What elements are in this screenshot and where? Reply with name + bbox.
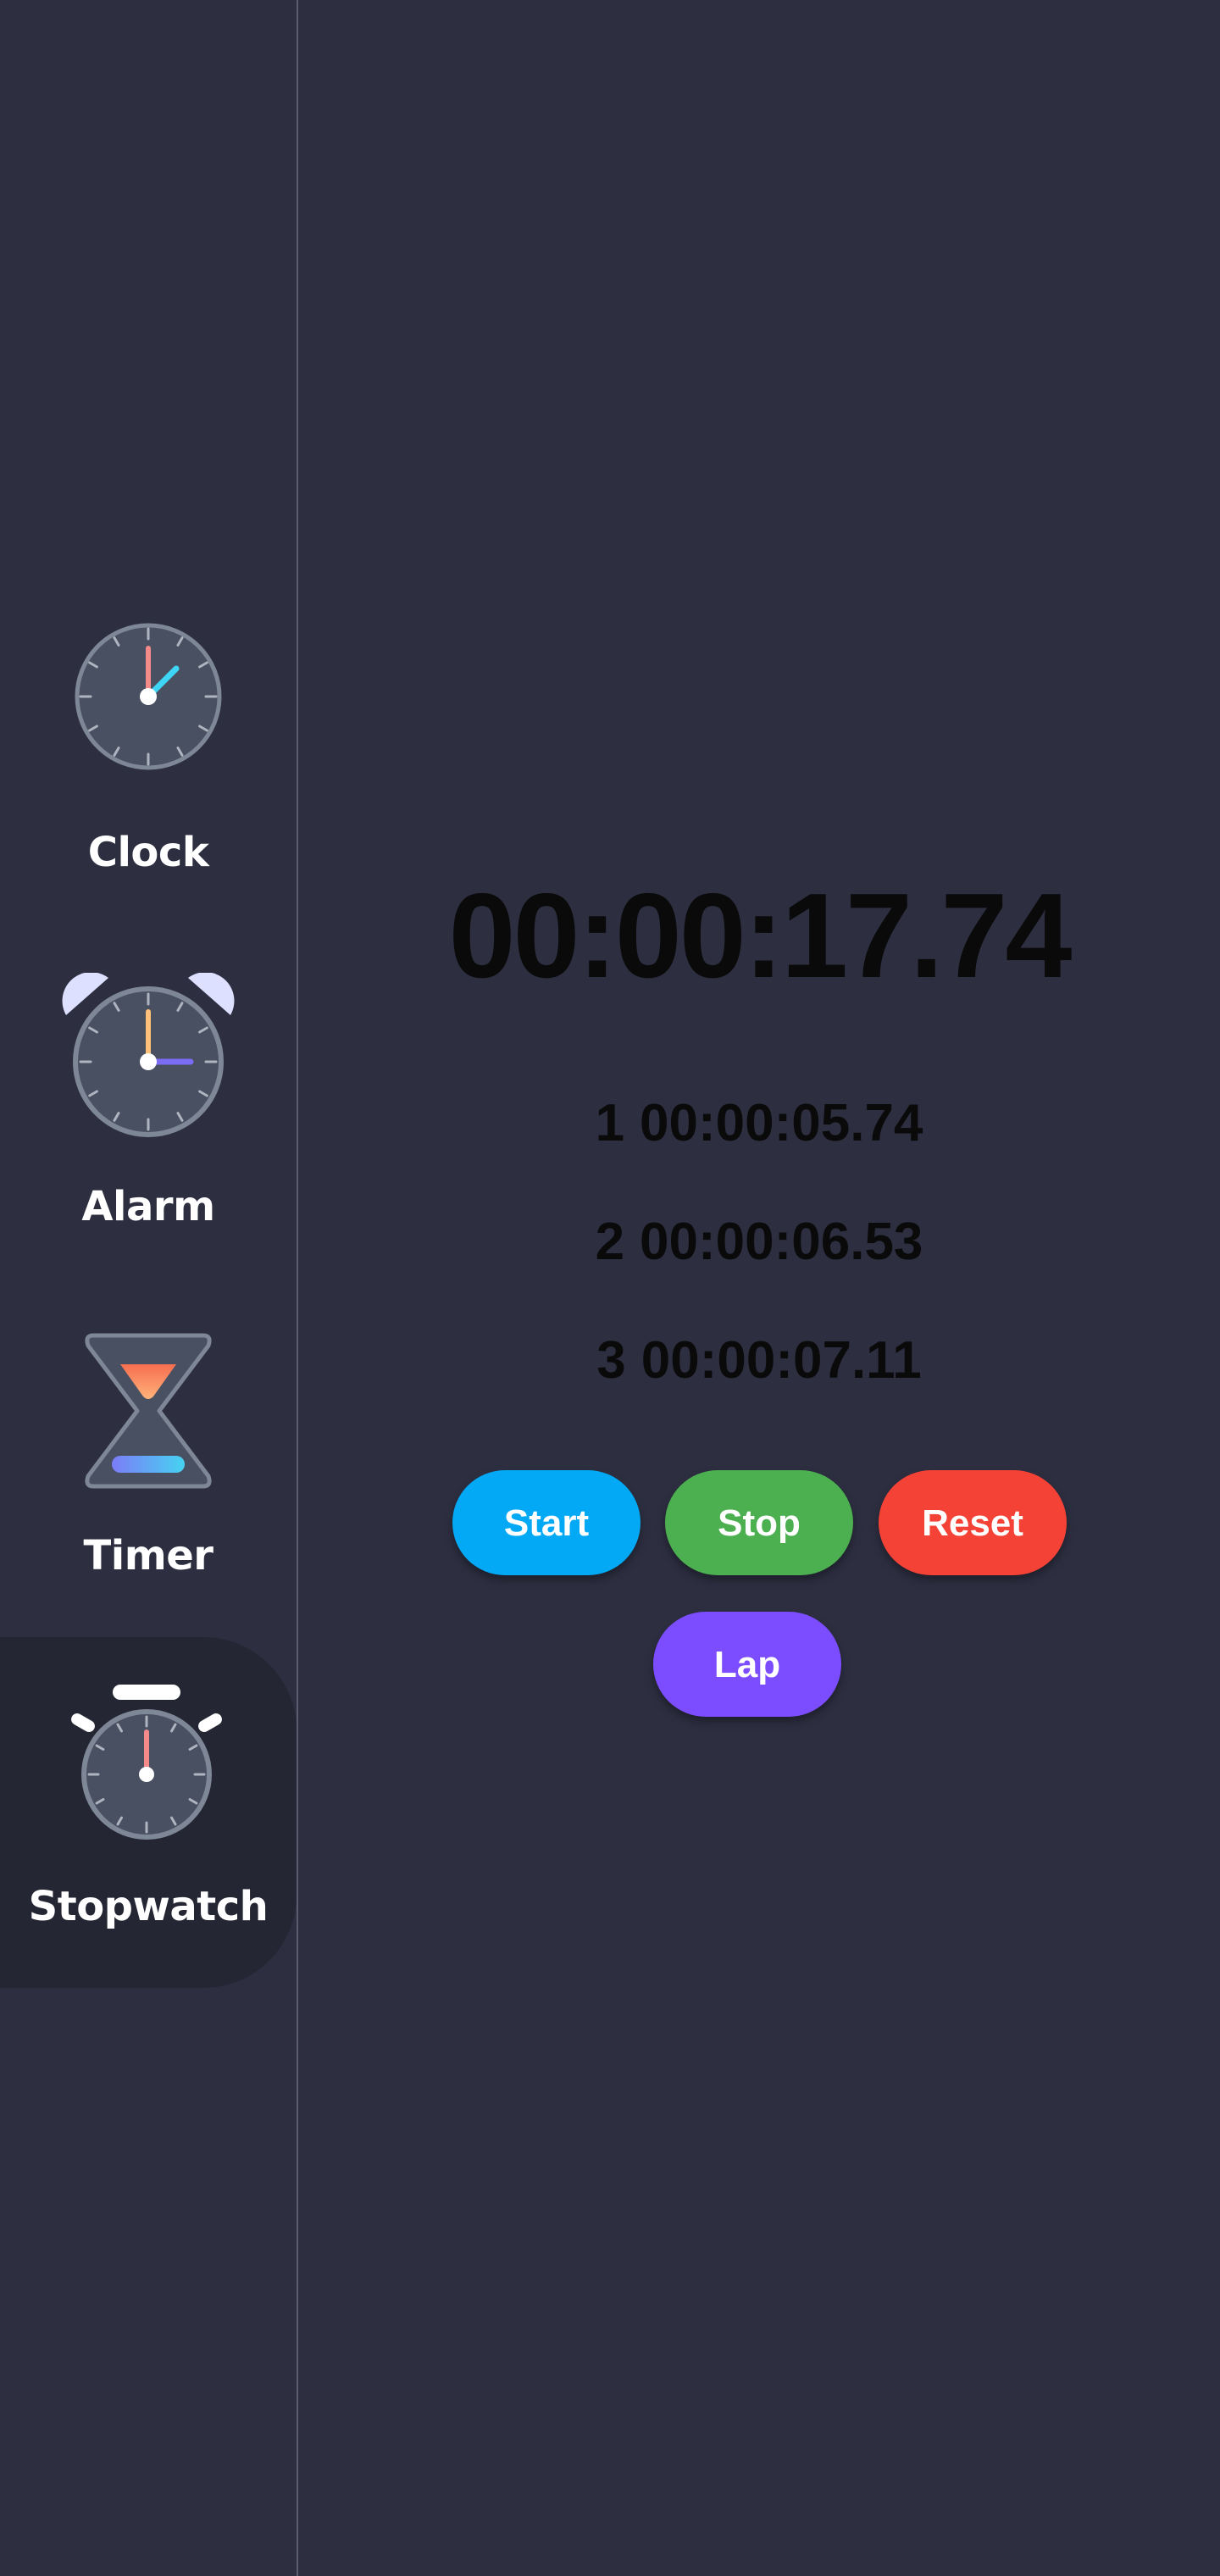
lap-item: 1 00:00:05.74 bbox=[298, 1069, 1220, 1188]
lap-number: 1 bbox=[595, 1094, 625, 1152]
nav-label-alarm: Alarm bbox=[81, 1183, 215, 1230]
lap-time: 00:00:06.53 bbox=[640, 1213, 923, 1271]
lap-item: 3 00:00:07.11 bbox=[298, 1307, 1220, 1425]
lap-time: 00:00:05.74 bbox=[640, 1094, 923, 1152]
nav-item-alarm[interactable]: Alarm bbox=[0, 971, 297, 1322]
stopwatch-panel: 00:00:17.74 1 00:00:05.74 2 00:00:06.53 30… bbox=[298, 0, 1220, 2576]
nav-label-timer: Timer bbox=[83, 1532, 214, 1579]
nav-item-stopwatch[interactable]: Stopwatch bbox=[0, 1637, 297, 1988]
stopwatch-icon bbox=[0, 1637, 297, 1891]
nav-label-stopwatch: Stopwatch bbox=[28, 1883, 269, 1930]
start-button[interactable]: Start bbox=[452, 1470, 640, 1575]
lap-list: 1 00:00:05.74 2 00:00:06.53 3 00:00:07.11 bbox=[298, 1069, 1220, 1425]
lap-button[interactable]: Lap bbox=[653, 1612, 841, 1717]
nav-label-clock: Clock bbox=[87, 829, 209, 876]
elapsed-time-display: 00:00:17.74 bbox=[448, 869, 1073, 1003]
lap-number: 3 bbox=[596, 1331, 626, 1390]
app-root: Clock Alarm Timer Stopwatch 00:00:17.74 … bbox=[0, 0, 1220, 2576]
stop-button[interactable]: Stop bbox=[665, 1470, 853, 1575]
nav-item-clock[interactable]: Clock bbox=[0, 619, 297, 969]
sidebar: Clock Alarm Timer Stopwatch bbox=[0, 0, 297, 2576]
lap-item: 2 00:00:06.53 bbox=[298, 1188, 1220, 1307]
lap-number: 2 bbox=[595, 1213, 625, 1271]
nav-item-timer[interactable]: Timer bbox=[0, 1324, 297, 1674]
lap-time: 00:00:07.11 bbox=[640, 1331, 922, 1390]
reset-button[interactable]: Reset bbox=[879, 1470, 1067, 1575]
